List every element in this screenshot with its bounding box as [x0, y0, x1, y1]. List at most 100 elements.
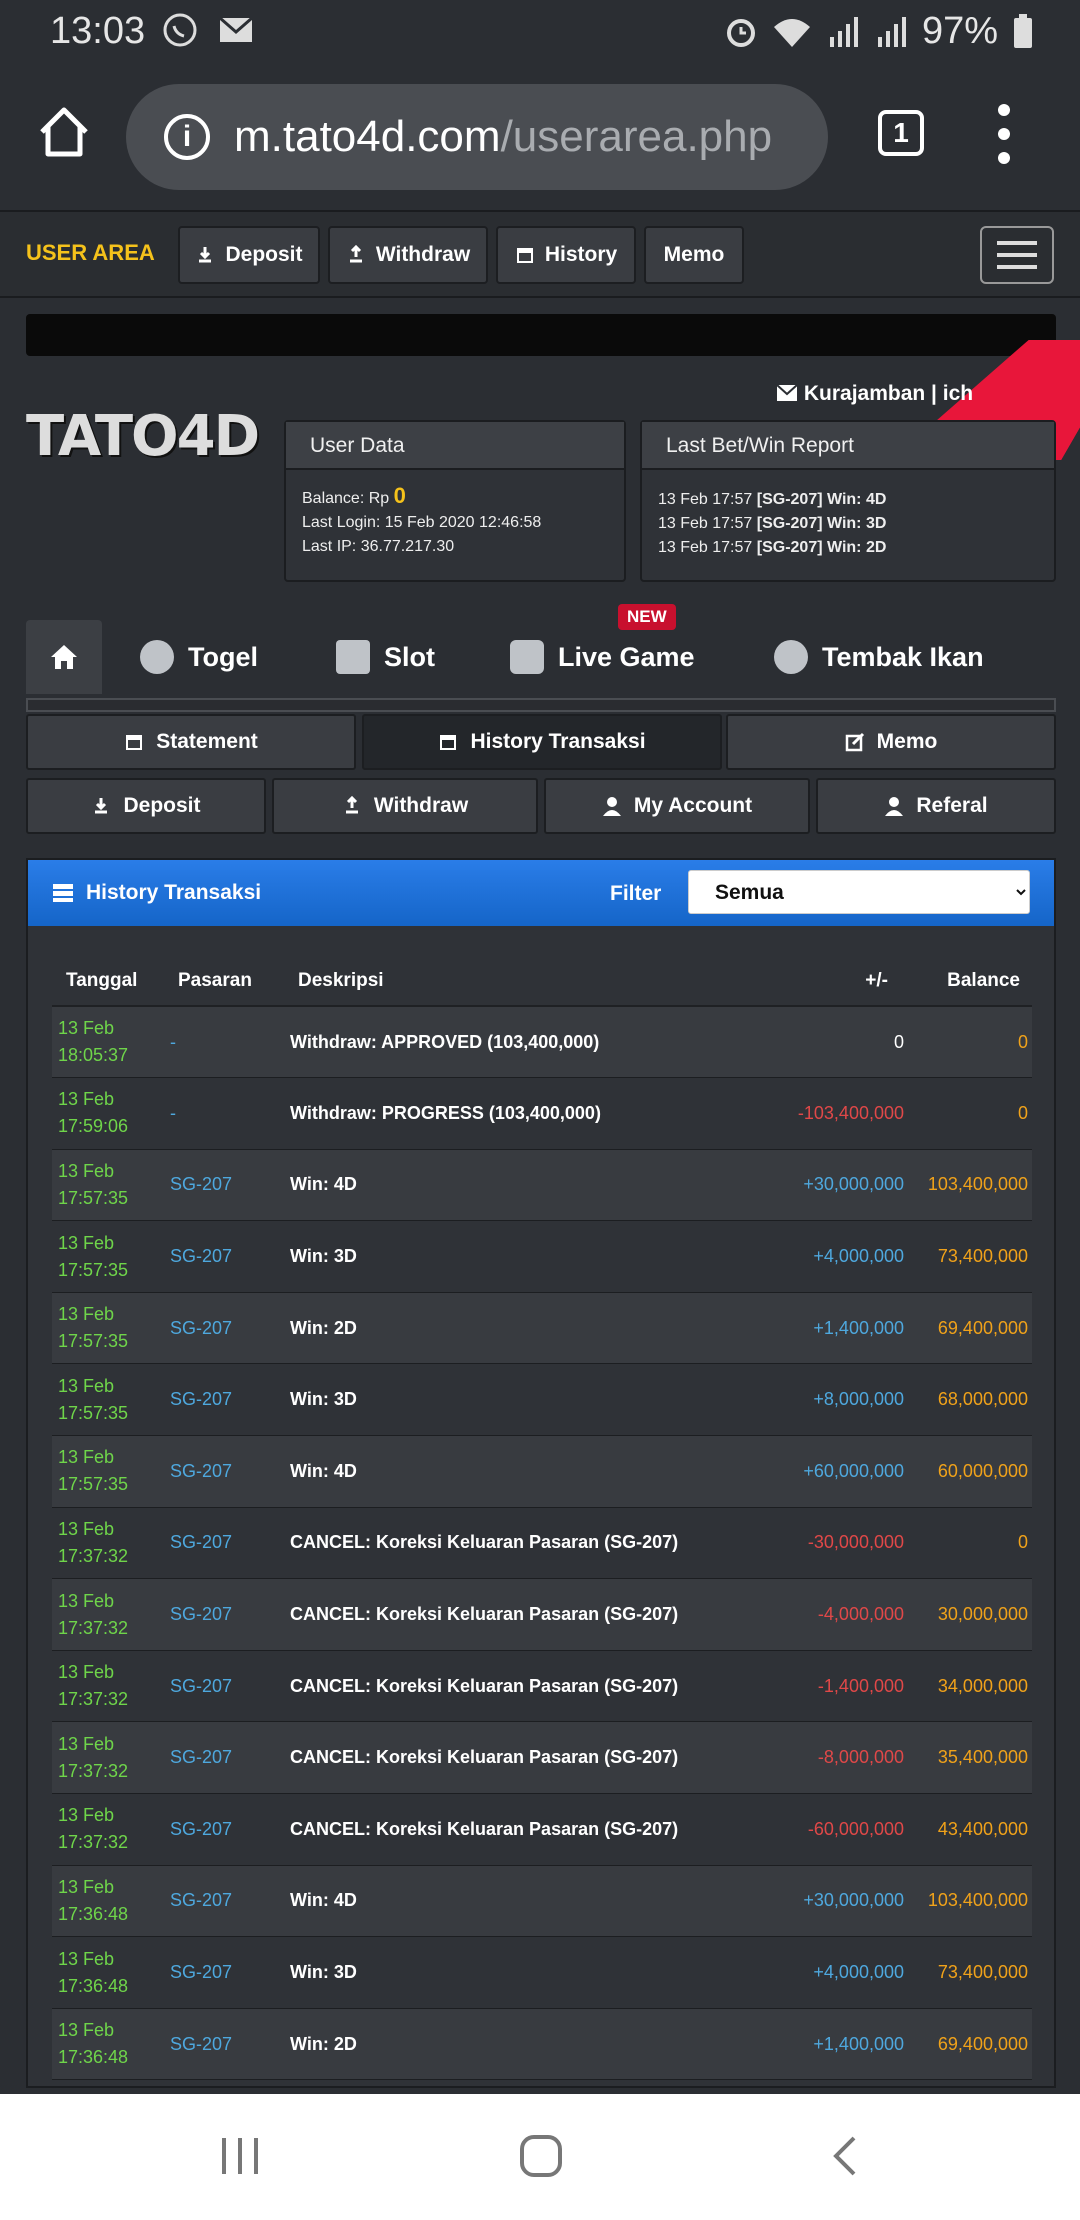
- last-login: Last Login: 15 Feb 2020 12:46:58: [302, 514, 542, 531]
- signal-icon: [829, 16, 858, 47]
- tab-togel[interactable]: Togel: [140, 640, 258, 674]
- cell-balance: 69,400,000: [908, 1292, 1032, 1365]
- cell-amount: 0: [738, 1006, 908, 1079]
- my-account-button[interactable]: My Account: [544, 778, 810, 834]
- cell-date: 13 Feb 17:57:35: [52, 1435, 170, 1508]
- recent-apps-icon[interactable]: [218, 2132, 262, 2180]
- hamburger-menu-icon[interactable]: [980, 226, 1054, 284]
- username-line[interactable]: Kurajamban | ich: [776, 382, 973, 406]
- cell-date: 13 Feb 17:36:48: [52, 1865, 170, 1938]
- cell-deskripsi: Withdraw: PROGRESS (103,400,000): [290, 1077, 738, 1150]
- cell-pasaran: SG-207: [170, 1292, 290, 1365]
- withdraw-tab-button[interactable]: Withdraw: [272, 778, 538, 834]
- back-icon[interactable]: [826, 2132, 862, 2180]
- url-path: /userarea.php: [500, 112, 773, 161]
- cell-date: 13 Feb 17:37:32: [52, 1650, 170, 1723]
- more-menu-icon[interactable]: [992, 104, 1016, 164]
- cell-deskripsi: Win: 3D: [290, 1363, 738, 1437]
- cell-pasaran: SG-207: [170, 1865, 290, 1938]
- tab-live-game[interactable]: Live Game: [510, 640, 695, 674]
- cell-pasaran: SG-207: [170, 1793, 290, 1866]
- memo-tab-button[interactable]: Memo: [726, 714, 1056, 770]
- table-row: 13 Feb 17:36:48 SG-207 Win: 4D +30,000,000 10…: [52, 1865, 1032, 1938]
- col-balance: Balance: [908, 956, 1032, 1007]
- cell-deskripsi: Win: 4D: [290, 1435, 738, 1508]
- cell-amount: +8,000,000: [738, 1363, 908, 1437]
- cell-deskripsi: Win: 4D: [290, 1149, 738, 1222]
- user-area-nav: USER AREA Deposit Withdraw History Memo: [0, 210, 1080, 298]
- user-data-panel: User Data Balance: Rp 0 Last Login: 15 F…: [284, 420, 626, 582]
- history-transaksi-button[interactable]: History Transaksi: [362, 714, 722, 770]
- signal-icon-2: [877, 16, 906, 47]
- filter-label: Filter: [610, 882, 662, 905]
- home-icon[interactable]: [36, 104, 92, 160]
- cell-deskripsi: CANCEL: Koreksi Keluaran Pasaran (SG-207…: [290, 1793, 738, 1866]
- cell-balance: 0: [908, 1077, 1032, 1150]
- balance-label: Balance: Rp: [302, 490, 390, 507]
- user-area-title: USER AREA: [26, 240, 155, 265]
- cell-amount: -60,000,000: [738, 1793, 908, 1866]
- cell-deskripsi: CANCEL: Koreksi Keluaran Pasaran (SG-207…: [290, 1721, 738, 1795]
- cell-pasaran: SG-207: [170, 1936, 290, 2009]
- last-bet-line: 13 Feb 17:57 [SG-207] Win: 4D: [658, 491, 887, 508]
- cell-amount: +4,000,000: [738, 1936, 908, 2009]
- last-bet-line: 13 Feb 17:57 [SG-207] Win: 2D: [658, 539, 887, 556]
- cell-date: 13 Feb 17:57:35: [52, 1292, 170, 1365]
- cell-pasaran: SG-207: [170, 1650, 290, 1723]
- col-tanggal: Tanggal: [52, 956, 170, 1007]
- mail-icon: [219, 16, 253, 42]
- history-button[interactable]: History: [496, 226, 636, 284]
- deposit-tab-button[interactable]: Deposit: [26, 778, 266, 834]
- game-tabs: Togel Slot Live Game NEW Tembak Ikan: [26, 604, 1056, 700]
- cell-balance: 60,000,000: [908, 1435, 1032, 1508]
- cell-amount: +4,000,000: [738, 1220, 908, 1293]
- cell-balance: 73,400,000: [908, 1936, 1032, 2009]
- withdraw-button[interactable]: Withdraw: [328, 226, 488, 284]
- user-data-title: User Data: [286, 422, 624, 470]
- battery-percent: 97%: [921, 10, 998, 52]
- new-badge: NEW: [618, 604, 676, 630]
- tab-switcher-button[interactable]: 1: [878, 110, 924, 156]
- tab-tembak-ikan[interactable]: Tembak Ikan: [774, 640, 984, 674]
- cell-balance: 43,400,000: [908, 1793, 1032, 1866]
- cell-deskripsi: Win: 4D: [290, 1865, 738, 1938]
- cell-amount: +60,000,000: [738, 1435, 908, 1508]
- deposit-button[interactable]: Deposit: [178, 226, 320, 284]
- last-bet-line: 13 Feb 17:57 [SG-207] Win: 3D: [658, 515, 887, 532]
- cell-deskripsi: Win: 2D: [290, 1292, 738, 1365]
- cell-date: 13 Feb 17:36:48: [52, 1936, 170, 2009]
- tab-home[interactable]: [26, 620, 102, 694]
- cell-pasaran: -: [170, 1006, 290, 1079]
- home-nav-icon[interactable]: [518, 2132, 564, 2180]
- statement-button[interactable]: Statement: [26, 714, 356, 770]
- cell-pasaran: SG-207: [170, 1721, 290, 1795]
- referal-button[interactable]: Referal: [816, 778, 1056, 834]
- info-icon[interactable]: i: [164, 114, 210, 160]
- history-title: History Transaksi: [86, 881, 262, 904]
- cell-date: 13 Feb 17:57:35: [52, 1149, 170, 1222]
- table-row: 13 Feb 17:37:32 SG-207 CANCEL: Koreksi Kelu…: [52, 1507, 1032, 1580]
- filter-select[interactable]: Semua: [688, 870, 1030, 914]
- calendar-icon: [126, 735, 143, 750]
- calendar-icon: [440, 735, 457, 750]
- status-time: 13:03: [50, 10, 146, 52]
- cell-pasaran: SG-207: [170, 1149, 290, 1222]
- history-table: Tanggal Pasaran Deskripsi +/- Balance 13…: [52, 956, 1032, 2081]
- url-bar[interactable]: i m.tato4d.com/userarea.php: [126, 84, 828, 190]
- tab-slot[interactable]: Slot: [336, 640, 435, 674]
- memo-button[interactable]: Memo: [644, 226, 744, 284]
- cell-balance: 30,000,000: [908, 1578, 1032, 1651]
- table-row: 13 Feb 17:37:32 SG-207 CANCEL: Koreksi Kelu…: [52, 1721, 1032, 1795]
- marquee-bar: [26, 314, 1056, 356]
- cell-pasaran: SG-207: [170, 1578, 290, 1651]
- cell-date: 13 Feb 17:37:32: [52, 1721, 170, 1795]
- history-panel: History Transaksi Filter Semua Tanggal P…: [26, 858, 1056, 2088]
- cell-deskripsi: Win: 2D: [290, 2008, 738, 2081]
- cell-deskripsi: Win: 3D: [290, 1936, 738, 2009]
- cell-date: 13 Feb 17:37:32: [52, 1578, 170, 1651]
- cell-deskripsi: Win: 3D: [290, 1220, 738, 1293]
- tab-divider: [26, 698, 1056, 712]
- cell-deskripsi: Withdraw: APPROVED (103,400,000): [290, 1006, 738, 1079]
- user-icon: [885, 797, 904, 816]
- mail-icon: [776, 384, 798, 401]
